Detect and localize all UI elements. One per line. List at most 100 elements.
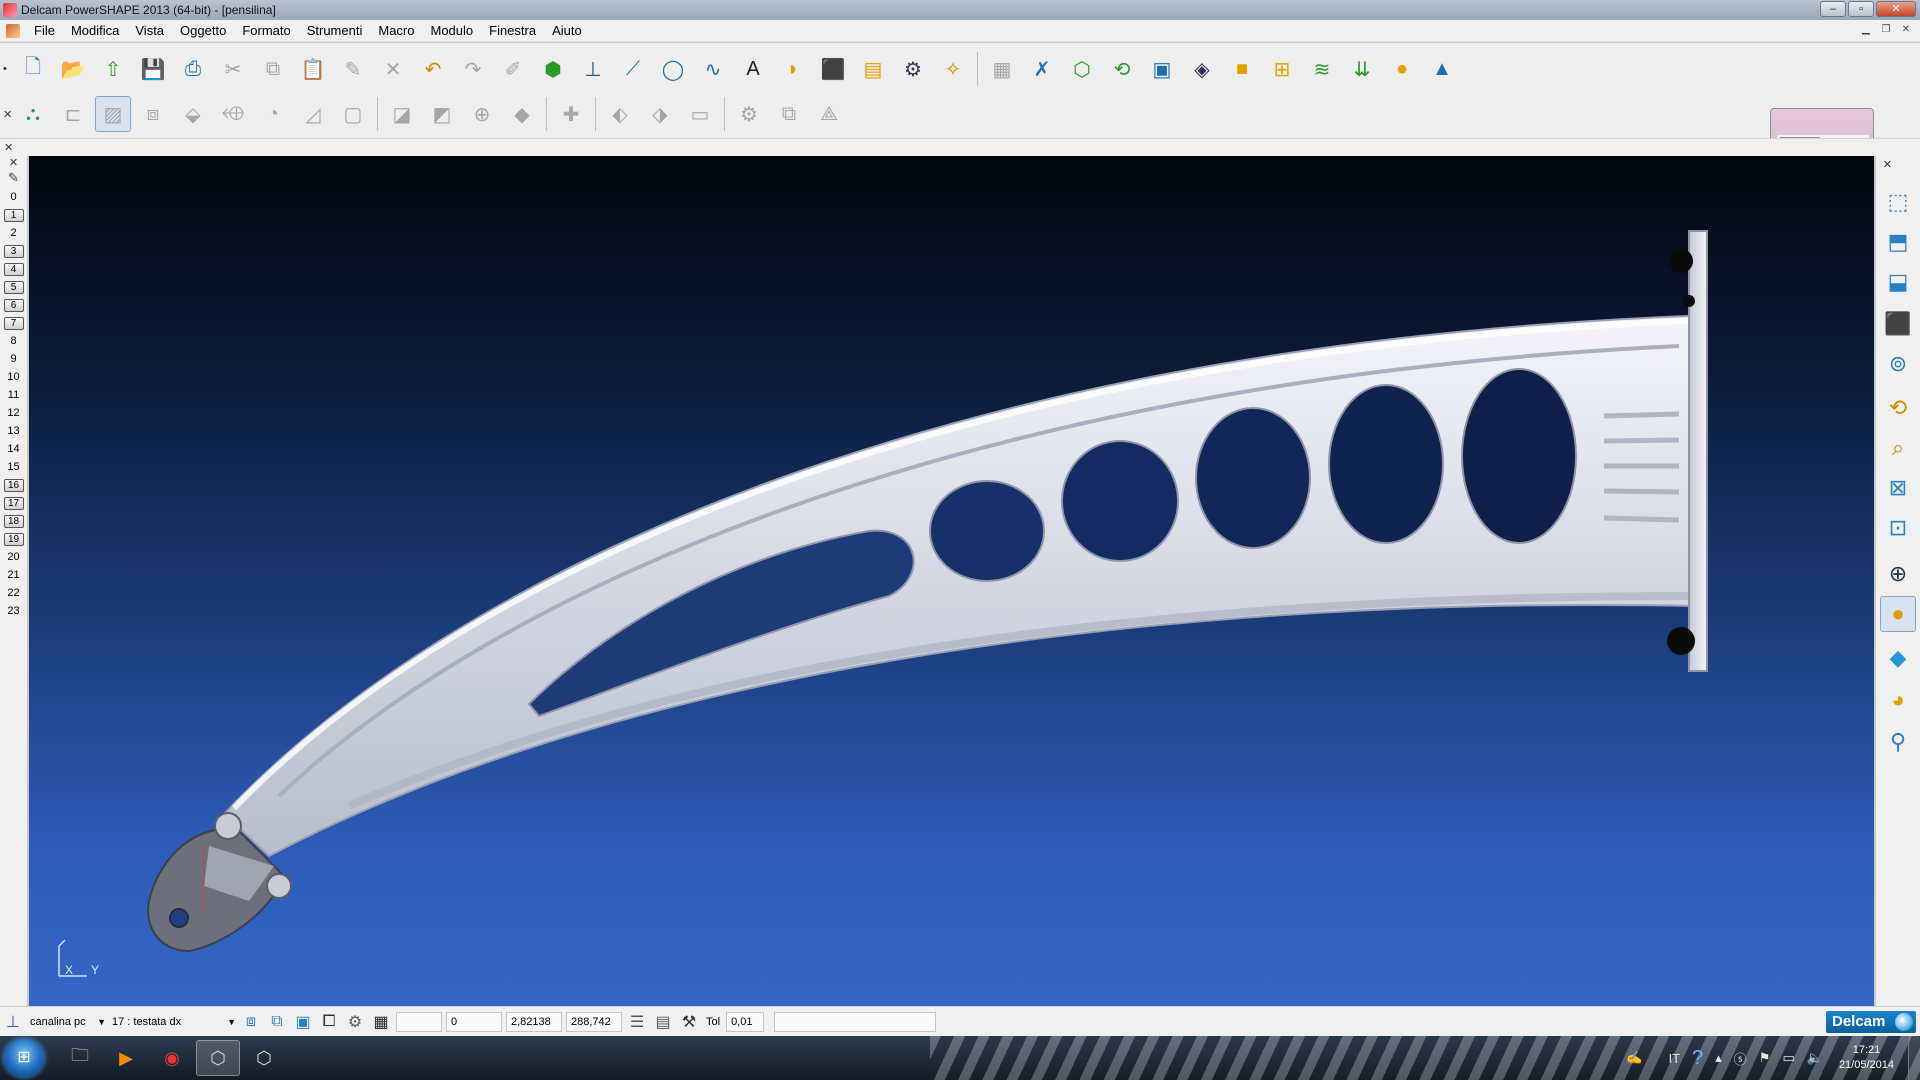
wizard-icon[interactable]: ✧ bbox=[935, 51, 971, 87]
level-5[interactable]: 5 bbox=[0, 278, 27, 296]
toolbar-close-icon[interactable]: ✕ bbox=[3, 108, 13, 121]
bracket-body[interactable] bbox=[222, 314, 1695, 858]
mesh-icon[interactable]: ▤ bbox=[855, 51, 891, 87]
coordinate-list-icon[interactable]: ☰ bbox=[626, 1011, 648, 1033]
curve-icon[interactable]: ∿ bbox=[695, 51, 731, 87]
workplane-select[interactable]: canalina pc ▼ bbox=[26, 1012, 108, 1032]
materials-icon[interactable]: ⚲ bbox=[1880, 724, 1916, 760]
select-wire-icon[interactable]: ⧉ bbox=[266, 1011, 288, 1033]
explorer-task-icon[interactable]: 🗀 bbox=[58, 1040, 102, 1076]
level-0[interactable]: 0 bbox=[0, 188, 27, 206]
solid-add-icon[interactable]: ◪ bbox=[384, 96, 420, 132]
level-2[interactable]: 2 bbox=[0, 224, 27, 242]
solid-array-icon[interactable]: ⧉ bbox=[771, 96, 807, 132]
view-camera-icon[interactable]: ⊚ bbox=[1880, 346, 1916, 382]
level-9[interactable]: 9 bbox=[0, 350, 27, 368]
view-toolbar-close-icon[interactable]: ✕ bbox=[1883, 158, 1892, 171]
import-icon[interactable]: ⇧ bbox=[95, 51, 131, 87]
solid-box-icon[interactable]: ■ bbox=[1224, 51, 1260, 87]
view-rotate-icon[interactable]: ⟲ bbox=[1880, 390, 1916, 426]
menu-finestra[interactable]: Finestra bbox=[481, 23, 544, 38]
show-desktop-button[interactable] bbox=[1908, 1036, 1920, 1080]
grid-icon[interactable]: ▦ bbox=[370, 1011, 392, 1033]
tolerance-icon[interactable]: ⚒ bbox=[678, 1011, 700, 1033]
text-icon[interactable]: A bbox=[735, 51, 771, 87]
strip-close-icon[interactable]: ✕ bbox=[4, 141, 13, 154]
level-12[interactable]: 12 bbox=[0, 404, 27, 422]
language-indicator[interactable]: IT bbox=[1669, 1051, 1681, 1066]
document-icon[interactable] bbox=[6, 23, 20, 38]
level-20[interactable]: 20 bbox=[0, 548, 27, 566]
coordinate-c-field[interactable]: 288,742 bbox=[566, 1011, 622, 1032]
powershape-task-2-icon[interactable]: ⬡ bbox=[242, 1040, 286, 1076]
solid-split-icon[interactable]: ⬖ bbox=[602, 96, 638, 132]
level-19[interactable]: 19 bbox=[0, 530, 27, 548]
solid-draft-icon[interactable]: ⟁ bbox=[811, 96, 847, 132]
menu-macro[interactable]: Macro bbox=[370, 23, 422, 38]
level-21[interactable]: 21 bbox=[0, 566, 27, 584]
menu-modifica[interactable]: Modifica bbox=[63, 23, 127, 38]
tray-volume-icon[interactable]: 🔈 bbox=[1807, 1050, 1823, 1066]
solid-thicken-icon[interactable]: ▭ bbox=[682, 96, 718, 132]
draft-icon[interactable]: ⇊ bbox=[1344, 51, 1380, 87]
solid-heal-icon[interactable]: ✚ bbox=[553, 96, 589, 132]
solid-offset-icon[interactable]: ⬗ bbox=[642, 96, 678, 132]
level-pen-icon[interactable]: ✎ bbox=[0, 170, 27, 188]
coordinate-b-field[interactable]: 2,82138 bbox=[506, 1011, 562, 1032]
level-10[interactable]: 10 bbox=[0, 368, 27, 386]
level-select[interactable]: 17 : testata dx ▼ bbox=[108, 1012, 238, 1032]
solid-icon[interactable]: ⬛ bbox=[815, 51, 851, 87]
level-15[interactable]: 15 bbox=[0, 458, 27, 476]
plane-view-icon[interactable]: ◆ bbox=[1880, 640, 1916, 676]
cut-icon[interactable]: ✂ bbox=[215, 51, 251, 87]
toolbar-grip-icon[interactable]: • bbox=[3, 63, 13, 75]
solid-extrude-icon[interactable]: ⬙ bbox=[175, 96, 211, 132]
surface-icon[interactable]: ◗ bbox=[775, 51, 811, 87]
tray-pen-icon[interactable]: ✍ bbox=[1626, 1050, 1642, 1066]
delete-icon[interactable]: ✕ bbox=[375, 51, 411, 87]
menu-formato[interactable]: Formato bbox=[234, 23, 298, 38]
open-folder-icon[interactable]: 📂 bbox=[55, 51, 91, 87]
doc-restore-icon[interactable]: ❐ bbox=[1878, 23, 1894, 37]
select-surface-icon[interactable]: ▣ bbox=[292, 1011, 314, 1033]
grid-field[interactable] bbox=[396, 1011, 442, 1032]
close-button[interactable]: ✕ bbox=[1876, 1, 1916, 17]
solid-shell-icon[interactable]: ▢ bbox=[335, 96, 371, 132]
level-11[interactable]: 11 bbox=[0, 386, 27, 404]
solid-intersect-icon[interactable]: ◆ bbox=[504, 96, 540, 132]
zoom-icon[interactable]: ⌕ bbox=[1880, 430, 1916, 466]
menu-aiuto[interactable]: Aiuto bbox=[544, 23, 590, 38]
menu-strumenti[interactable]: Strumenti bbox=[299, 23, 371, 38]
zoom-window-icon[interactable]: ⊡ bbox=[1880, 510, 1916, 546]
new-file-icon[interactable]: 🗋 bbox=[15, 51, 51, 87]
edit-mode-icon[interactable]: ✐ bbox=[495, 51, 531, 87]
solid-chamfer-icon[interactable]: ◿ bbox=[295, 96, 331, 132]
help-icon[interactable]: ? bbox=[1692, 1047, 1703, 1070]
solid-fillet-icon[interactable]: ◔ bbox=[255, 96, 291, 132]
tray-expand-icon[interactable]: ▴ bbox=[1715, 1050, 1722, 1066]
level-23[interactable]: 23 bbox=[0, 602, 27, 620]
print-icon[interactable]: ⎙ bbox=[175, 51, 211, 87]
menu-modulo[interactable]: Modulo bbox=[422, 23, 481, 38]
workplane-status-icon[interactable]: ⊥ bbox=[2, 1011, 24, 1033]
level-8[interactable]: 8 bbox=[0, 332, 27, 350]
solid-union-icon[interactable]: ⊕ bbox=[464, 96, 500, 132]
menu-file[interactable]: File bbox=[26, 23, 63, 38]
tolerance-field[interactable]: 0,01 bbox=[726, 1011, 765, 1032]
shading-icon[interactable]: ● bbox=[1384, 51, 1420, 87]
chrome-task-icon[interactable]: ◉ bbox=[150, 1040, 194, 1076]
doc-minimize-icon[interactable]: ▁ bbox=[1858, 23, 1874, 37]
curve-analysis-icon[interactable]: ≋ bbox=[1304, 51, 1340, 87]
level-1[interactable]: 1 bbox=[0, 206, 27, 224]
menu-vista[interactable]: Vista bbox=[127, 23, 172, 38]
level-7[interactable]: 7 bbox=[0, 314, 27, 332]
level-22[interactable]: 22 bbox=[0, 584, 27, 602]
snap-icon[interactable]: ⚙ bbox=[344, 1011, 366, 1033]
level-17[interactable]: 17 bbox=[0, 494, 27, 512]
view-top-icon[interactable]: ⬓ bbox=[1880, 264, 1916, 300]
format-painter-icon[interactable]: ✎ bbox=[335, 51, 371, 87]
assembly-icon[interactable]: ⛬ bbox=[15, 96, 51, 132]
level-16[interactable]: 16 bbox=[0, 476, 27, 494]
view-iso-icon[interactable]: ⬚ bbox=[1880, 184, 1916, 220]
command-input[interactable] bbox=[774, 1011, 937, 1032]
